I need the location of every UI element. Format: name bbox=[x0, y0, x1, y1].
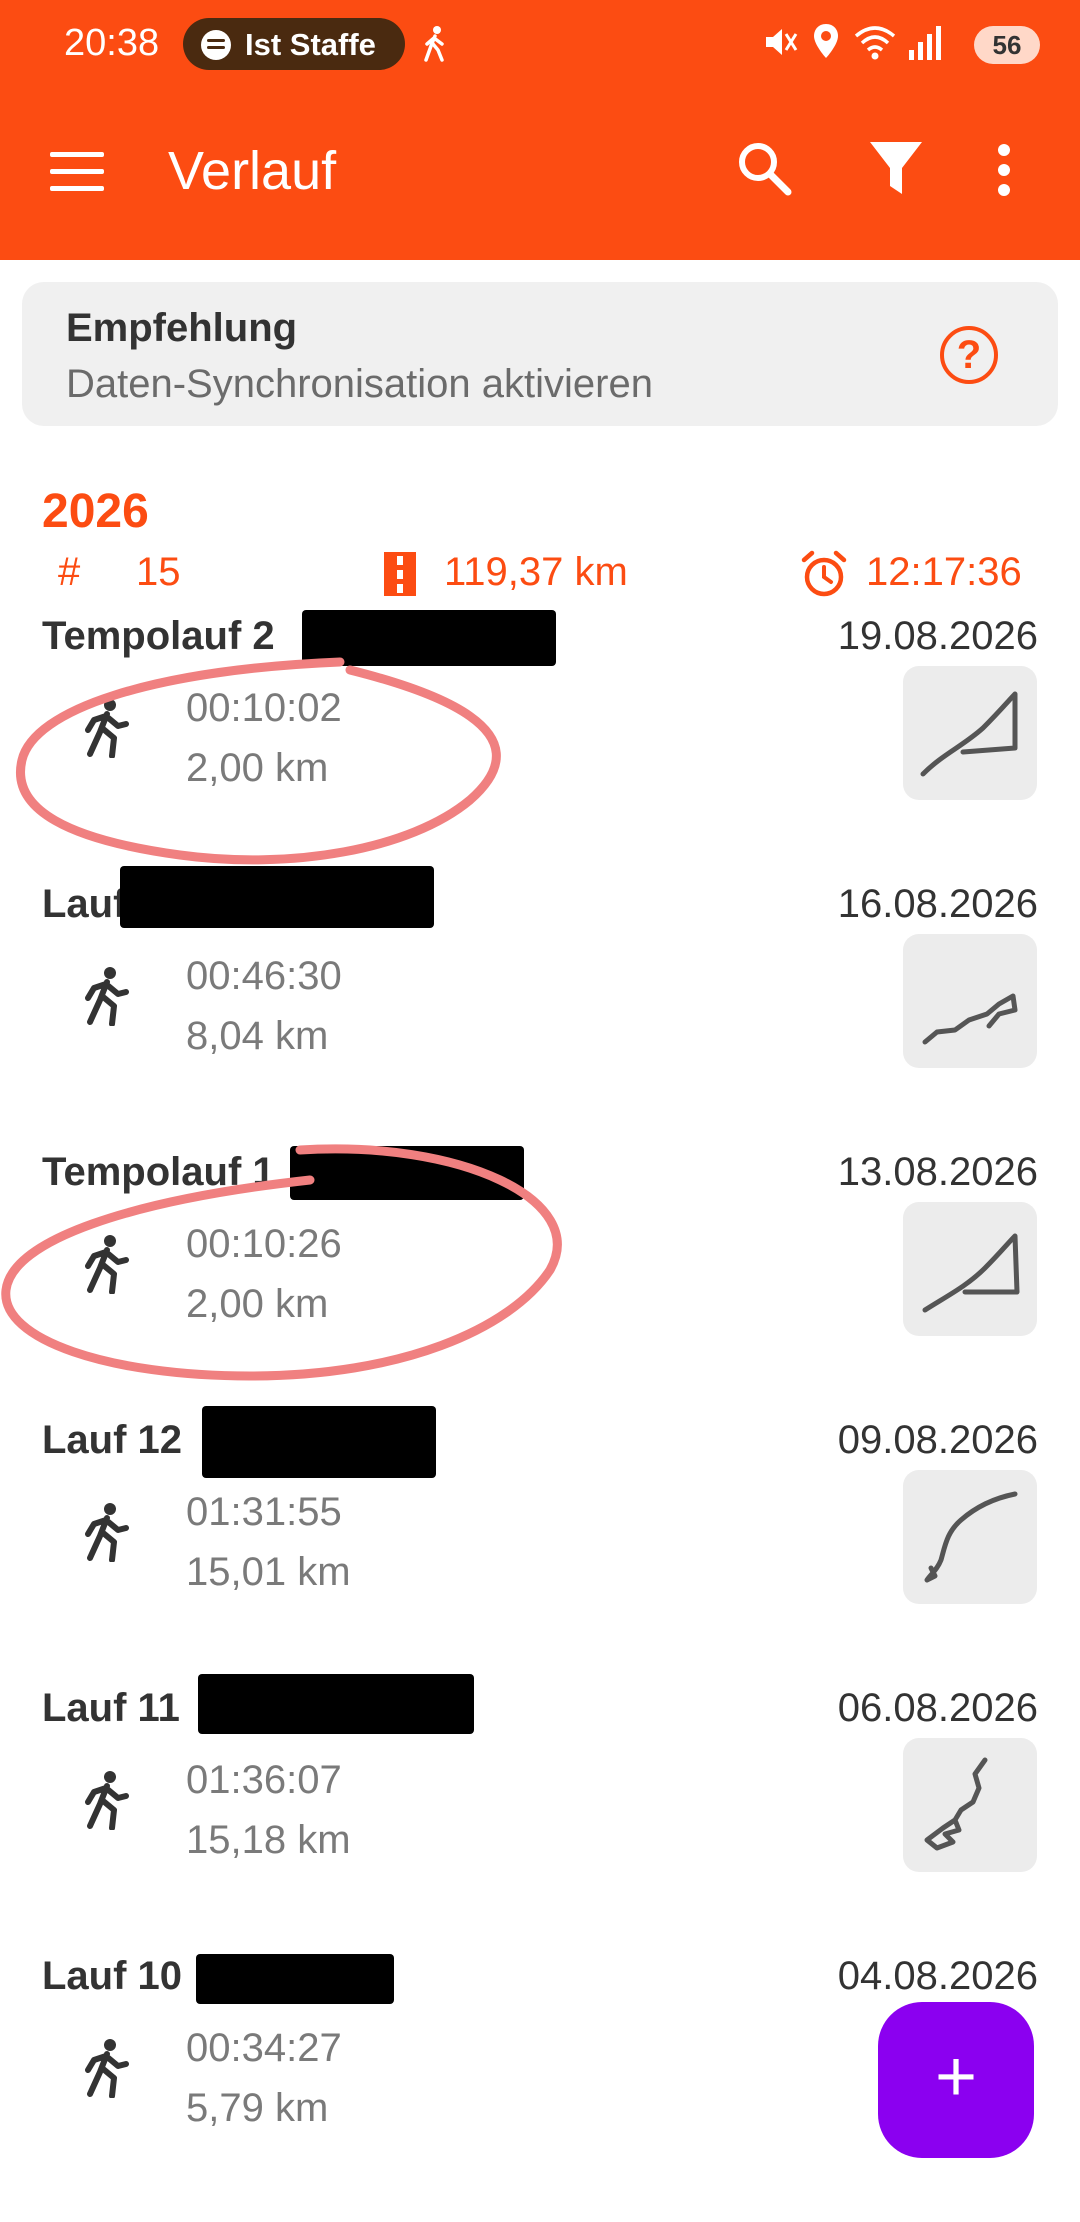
activity-date: 16.08.2026 bbox=[837, 882, 1038, 926]
route-line bbox=[920, 691, 1018, 777]
spotify-icon bbox=[201, 30, 231, 60]
activity-distance: 8,04 km bbox=[186, 1014, 329, 1058]
running-icon bbox=[85, 2039, 129, 2098]
activity-time: 01:31:55 bbox=[186, 1490, 342, 1534]
status-time: 20:38 bbox=[64, 22, 160, 64]
road-icon bbox=[384, 552, 416, 596]
activity-name: Lauf bbox=[42, 882, 127, 926]
route-thumbnail[interactable] bbox=[903, 1202, 1037, 1336]
activity-name: Lauf 12 bbox=[42, 1418, 183, 1462]
page-title: Verlauf bbox=[168, 141, 337, 201]
toolbar: Verlauf bbox=[0, 90, 1080, 260]
running-icon bbox=[85, 1503, 129, 1562]
activity-date: 04.08.2026 bbox=[837, 1954, 1038, 1998]
running-icon bbox=[85, 1771, 129, 1830]
add-activity-button[interactable]: + bbox=[878, 2002, 1034, 2158]
signal-icon bbox=[909, 26, 941, 60]
search-icon[interactable] bbox=[736, 140, 792, 196]
recommendation-subtitle: Daten-Synchronisation aktivieren bbox=[66, 362, 653, 406]
route-line bbox=[924, 1757, 988, 1851]
activity-count-value: 15 bbox=[136, 550, 181, 594]
recommendation-title: Empfehlung bbox=[66, 306, 298, 350]
wifi-icon bbox=[854, 26, 896, 60]
activity-item[interactable]: Lauf 12 09.08.2026 01:31:55 15,01 km bbox=[0, 1406, 1080, 1686]
total-duration-value: 12:17:36 bbox=[866, 550, 1022, 594]
redaction bbox=[196, 1954, 394, 2004]
year-header: 2026 bbox=[42, 485, 149, 538]
activity-time: 01:36:07 bbox=[186, 1758, 342, 1802]
location-icon bbox=[814, 24, 838, 58]
hash-icon: # bbox=[58, 550, 81, 594]
route-line bbox=[922, 1233, 1020, 1313]
app-bar: 20:38 Ist Staffe 56 Verlauf bbox=[0, 0, 1080, 260]
activity-distance: 15,01 km bbox=[186, 1550, 351, 1594]
route-thumbnail[interactable] bbox=[903, 1470, 1037, 1604]
route-thumbnail[interactable] bbox=[903, 934, 1037, 1068]
annotation-circle bbox=[16, 657, 501, 865]
activity-date: 06.08.2026 bbox=[837, 1686, 1038, 1730]
battery-indicator: 56 bbox=[974, 26, 1040, 64]
activity-date: 19.08.2026 bbox=[837, 614, 1038, 658]
activity-time: 00:34:27 bbox=[186, 2026, 342, 2070]
route-thumbnail[interactable] bbox=[903, 666, 1037, 800]
media-pill-text: Ist Staffe bbox=[245, 27, 376, 62]
media-pill[interactable]: Ist Staffe bbox=[183, 18, 405, 70]
running-icon bbox=[85, 967, 129, 1026]
activity-distance: 15,18 km bbox=[186, 1818, 351, 1862]
activity-item[interactable]: Lauf 11 06.08.2026 01:36:07 15,18 km bbox=[0, 1674, 1080, 1954]
status-icons: 56 bbox=[760, 22, 1040, 68]
annotation-circle bbox=[1, 1144, 562, 1381]
activity-name: Lauf 11 bbox=[42, 1686, 180, 1730]
activity-name: Lauf 10 bbox=[42, 1954, 183, 1998]
activity-item[interactable]: Lauf 16.08.2026 00:46:30 8,04 km bbox=[0, 866, 1080, 1150]
help-icon[interactable]: ? bbox=[940, 326, 998, 384]
activity-date: 09.08.2026 bbox=[837, 1418, 1038, 1462]
route-thumbnail[interactable] bbox=[903, 1738, 1037, 1872]
activity-count: # 15 bbox=[58, 550, 181, 595]
route-line bbox=[922, 993, 1018, 1045]
menu-icon[interactable] bbox=[50, 150, 104, 194]
more-vert-icon[interactable] bbox=[996, 142, 1012, 198]
total-distance-value: 119,37 km bbox=[444, 550, 628, 594]
route-line bbox=[924, 1491, 1018, 1583]
walking-icon bbox=[424, 26, 444, 62]
activity-time: 00:46:30 bbox=[186, 954, 342, 998]
activity-date: 13.08.2026 bbox=[837, 1150, 1038, 1194]
alarm-clock-icon bbox=[801, 550, 847, 597]
status-bar: 20:38 Ist Staffe 56 bbox=[0, 0, 1080, 90]
filter-icon[interactable] bbox=[868, 138, 924, 198]
mute-icon bbox=[766, 29, 798, 55]
activity-distance: 5,79 km bbox=[186, 2086, 329, 2130]
redaction bbox=[120, 866, 434, 928]
redaction bbox=[202, 1406, 436, 1478]
recommendation-card[interactable]: Empfehlung Daten-Synchronisation aktivie… bbox=[22, 282, 1058, 426]
redaction bbox=[198, 1674, 474, 1734]
